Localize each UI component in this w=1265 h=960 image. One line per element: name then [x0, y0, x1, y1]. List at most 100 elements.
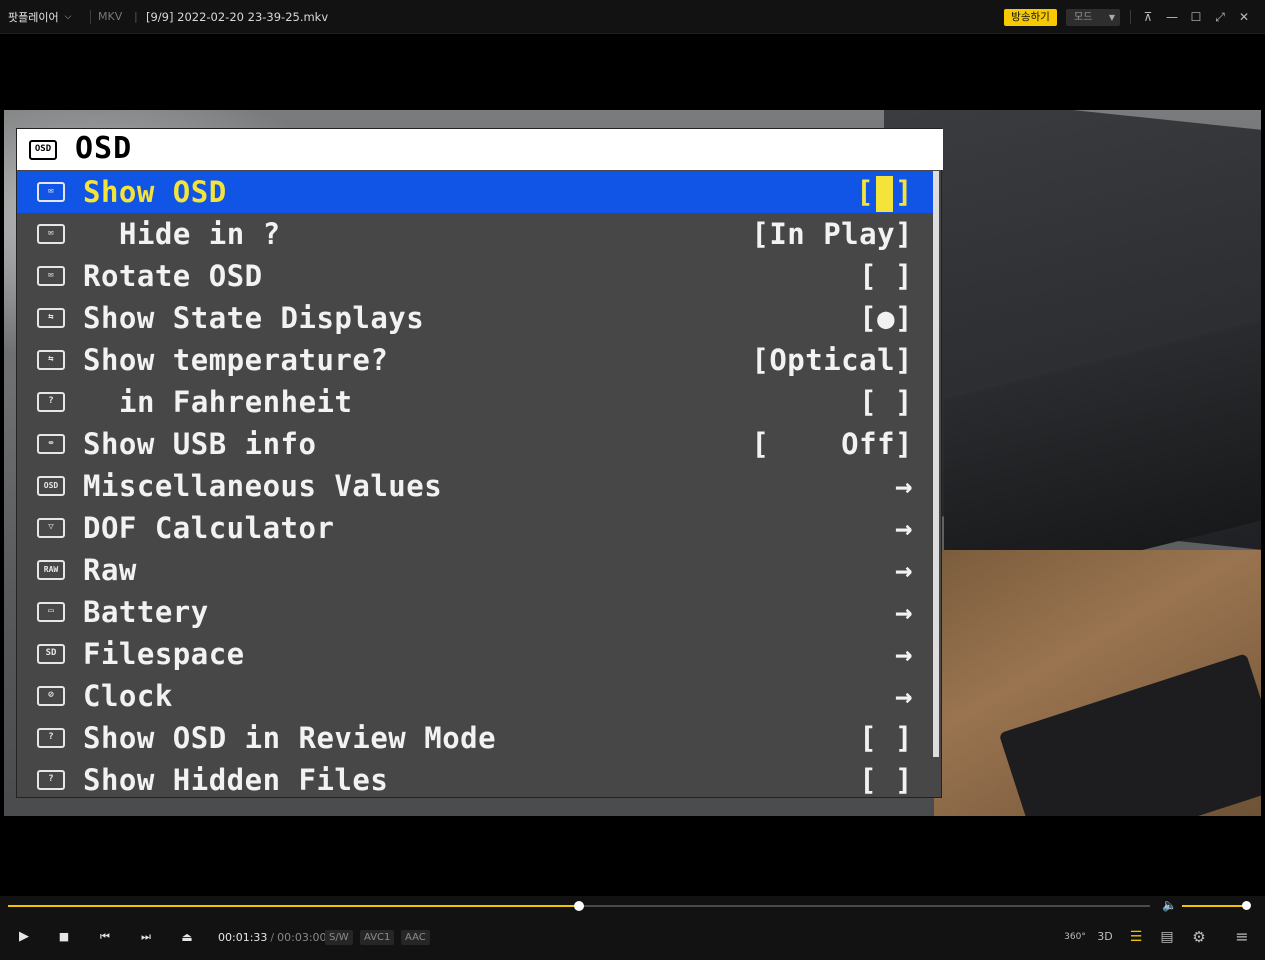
submenu-arrow-icon: → [895, 469, 913, 503]
mode-label: 모드 [1074, 12, 1093, 23]
osd-row-temperature: ⇆ Show temperature? [Optical] [17, 339, 933, 381]
app-name: 팟플레이어 [8, 11, 59, 24]
osd-row-value: [ ] [859, 259, 913, 293]
usb-icon: ⇎ [37, 434, 65, 454]
stop-button[interactable]: ■ [53, 926, 75, 948]
osd-row-value: [ ] [859, 385, 913, 419]
vr-360-button[interactable]: 360° [1063, 926, 1087, 948]
question-icon: ? [37, 728, 65, 748]
osd-menu-header: OSD OSD [17, 129, 943, 170]
osd-row-rotate-osd: ✉ Rotate OSD [ ] [17, 255, 933, 297]
pin-icon[interactable]: ⊼ [1139, 8, 1157, 26]
app-menu-button[interactable]: 팟플레이어 ⌵ [8, 9, 71, 25]
osd-row-filespace: SD Filespace → [17, 633, 933, 675]
osd-row-label: in Fahrenheit [119, 385, 353, 419]
toggle-icon: ⇆ [37, 308, 65, 328]
minimize-button[interactable]: — [1163, 8, 1181, 26]
gear-icon[interactable]: ⚙ [1187, 926, 1211, 948]
seek-bar-handle[interactable] [574, 901, 584, 911]
volume-icon[interactable]: 🔈 [1162, 898, 1177, 912]
current-time: 00:01:33 [218, 931, 268, 944]
submenu-arrow-icon: → [895, 679, 913, 713]
osd-row-label: DOF Calculator [83, 511, 335, 545]
total-time: 00:03:00 [277, 931, 327, 944]
osd-row-label: Show State Displays [83, 301, 425, 335]
maximize-button[interactable]: ☐ [1187, 8, 1205, 26]
osd-row-value: [ ] [859, 763, 913, 797]
text-cursor [876, 176, 894, 212]
osd-row-label: Hide in ? [119, 217, 281, 251]
play-button[interactable]: ▶ [13, 926, 35, 948]
osd-menu-title: OSD [75, 131, 133, 166]
control-bar: 🔈 ▶ ■ ⏮ ⏭ ⏏ 00:01:33/00:03:00 S/W AVC1 A… [0, 896, 1265, 960]
osd-row-value: [ Off] [751, 427, 913, 461]
decoder-badge[interactable]: S/W [325, 930, 353, 945]
time-separator: / [270, 931, 275, 944]
osd-row-value: [●] [859, 301, 913, 335]
next-button[interactable]: ⏭ [135, 926, 157, 948]
audio-codec-badge[interactable]: AAC [401, 930, 430, 945]
time-display: 00:01:33/00:03:00 [218, 931, 327, 944]
close-button[interactable]: ✕ [1235, 8, 1253, 26]
format-label: MKV [98, 10, 123, 23]
osd-row-label: Clock [83, 679, 173, 713]
volume-handle[interactable] [1242, 901, 1251, 910]
divider [90, 10, 91, 24]
osd-icon: OSD [29, 140, 57, 160]
osd-row-label: Show Hidden Files [83, 763, 389, 797]
checkbox-icon: ✉ [37, 224, 65, 244]
title-bar: 팟플레이어 ⌵ MKV | [9/9] 2022-02-20 23-39-25.… [0, 0, 1265, 34]
submenu-arrow-icon: → [895, 511, 913, 545]
video-codec-badge[interactable]: AVC1 [360, 930, 395, 945]
3d-button[interactable]: 3D [1093, 926, 1117, 948]
osd-menu-list: ✉ Show OSD [] ✉ Hide in ? [In Play] ✉ Ro… [17, 171, 933, 801]
osd-row-label: Filespace [83, 637, 245, 671]
osd-row-value: [Optical] [751, 343, 913, 377]
toggle-icon: ⇆ [37, 350, 65, 370]
previous-button[interactable]: ⏮ [94, 926, 116, 948]
file-title: [9/9] 2022-02-20 23-39-25.mkv [146, 10, 329, 24]
checkbox-icon: ✉ [37, 266, 65, 286]
broadcast-button[interactable]: 방송하기 [1004, 9, 1057, 26]
mode-select[interactable]: 모드 ▼ [1066, 9, 1120, 26]
volume-slider[interactable] [1182, 901, 1251, 910]
raw-icon: RAW [37, 560, 65, 580]
osd-row-label: Miscellaneous Values [83, 469, 443, 503]
volume-fill [1182, 905, 1246, 907]
osd-row-review-mode: ? Show OSD in Review Mode [ ] [17, 717, 933, 759]
menu-icon[interactable]: ≡ [1230, 926, 1254, 948]
osd-row-label: Battery [83, 595, 209, 629]
osd-row-fahrenheit: ? in Fahrenheit [ ] [17, 381, 933, 423]
seek-bar[interactable] [8, 901, 1150, 911]
osd-row-label: Show OSD [83, 175, 227, 209]
submenu-arrow-icon: → [895, 595, 913, 629]
osd-row-raw: RAW Raw → [17, 549, 933, 591]
submenu-arrow-icon: → [895, 553, 913, 587]
osd-row-battery: ▭ Battery → [17, 591, 933, 633]
osd-row-hidden-files: ? Show Hidden Files [ ] [17, 759, 933, 801]
battery-icon: ▭ [37, 602, 65, 622]
osd-row-value: [ ] [859, 721, 913, 755]
osd-row-hide-in: ✉ Hide in ? [In Play] [17, 213, 933, 255]
osd-scrollbar [933, 171, 939, 757]
osd-row-usb-info: ⇎ Show USB info [ Off] [17, 423, 933, 465]
osd-row-label: Show temperature? [83, 343, 389, 377]
seek-bar-fill [8, 905, 579, 907]
question-icon: ? [37, 770, 65, 790]
chevron-down-icon: ⌵ [64, 12, 72, 22]
osd-row-show-osd: ✉ Show OSD [] [17, 171, 933, 213]
format-separator: | [134, 10, 138, 23]
divider [1130, 10, 1131, 24]
fullscreen-button[interactable]: ⤢ [1211, 8, 1229, 26]
dof-icon: ▽ [37, 518, 65, 538]
osd-row-label: Show OSD in Review Mode [83, 721, 497, 755]
list-icon[interactable]: ▤ [1155, 926, 1179, 948]
question-icon: ? [37, 392, 65, 412]
submenu-arrow-icon: → [895, 637, 913, 671]
osd-row-clock: ⊘ Clock → [17, 675, 933, 717]
playlist-search-icon[interactable]: ☰ [1124, 926, 1148, 948]
eject-button[interactable]: ⏏ [176, 926, 198, 948]
osd-menu: OSD OSD ✉ Show OSD [] ✉ Hide in ? [In Pl… [16, 128, 943, 801]
osd-row-state-displays: ⇆ Show State Displays [●] [17, 297, 933, 339]
osd-row-value: [] [856, 171, 913, 213]
